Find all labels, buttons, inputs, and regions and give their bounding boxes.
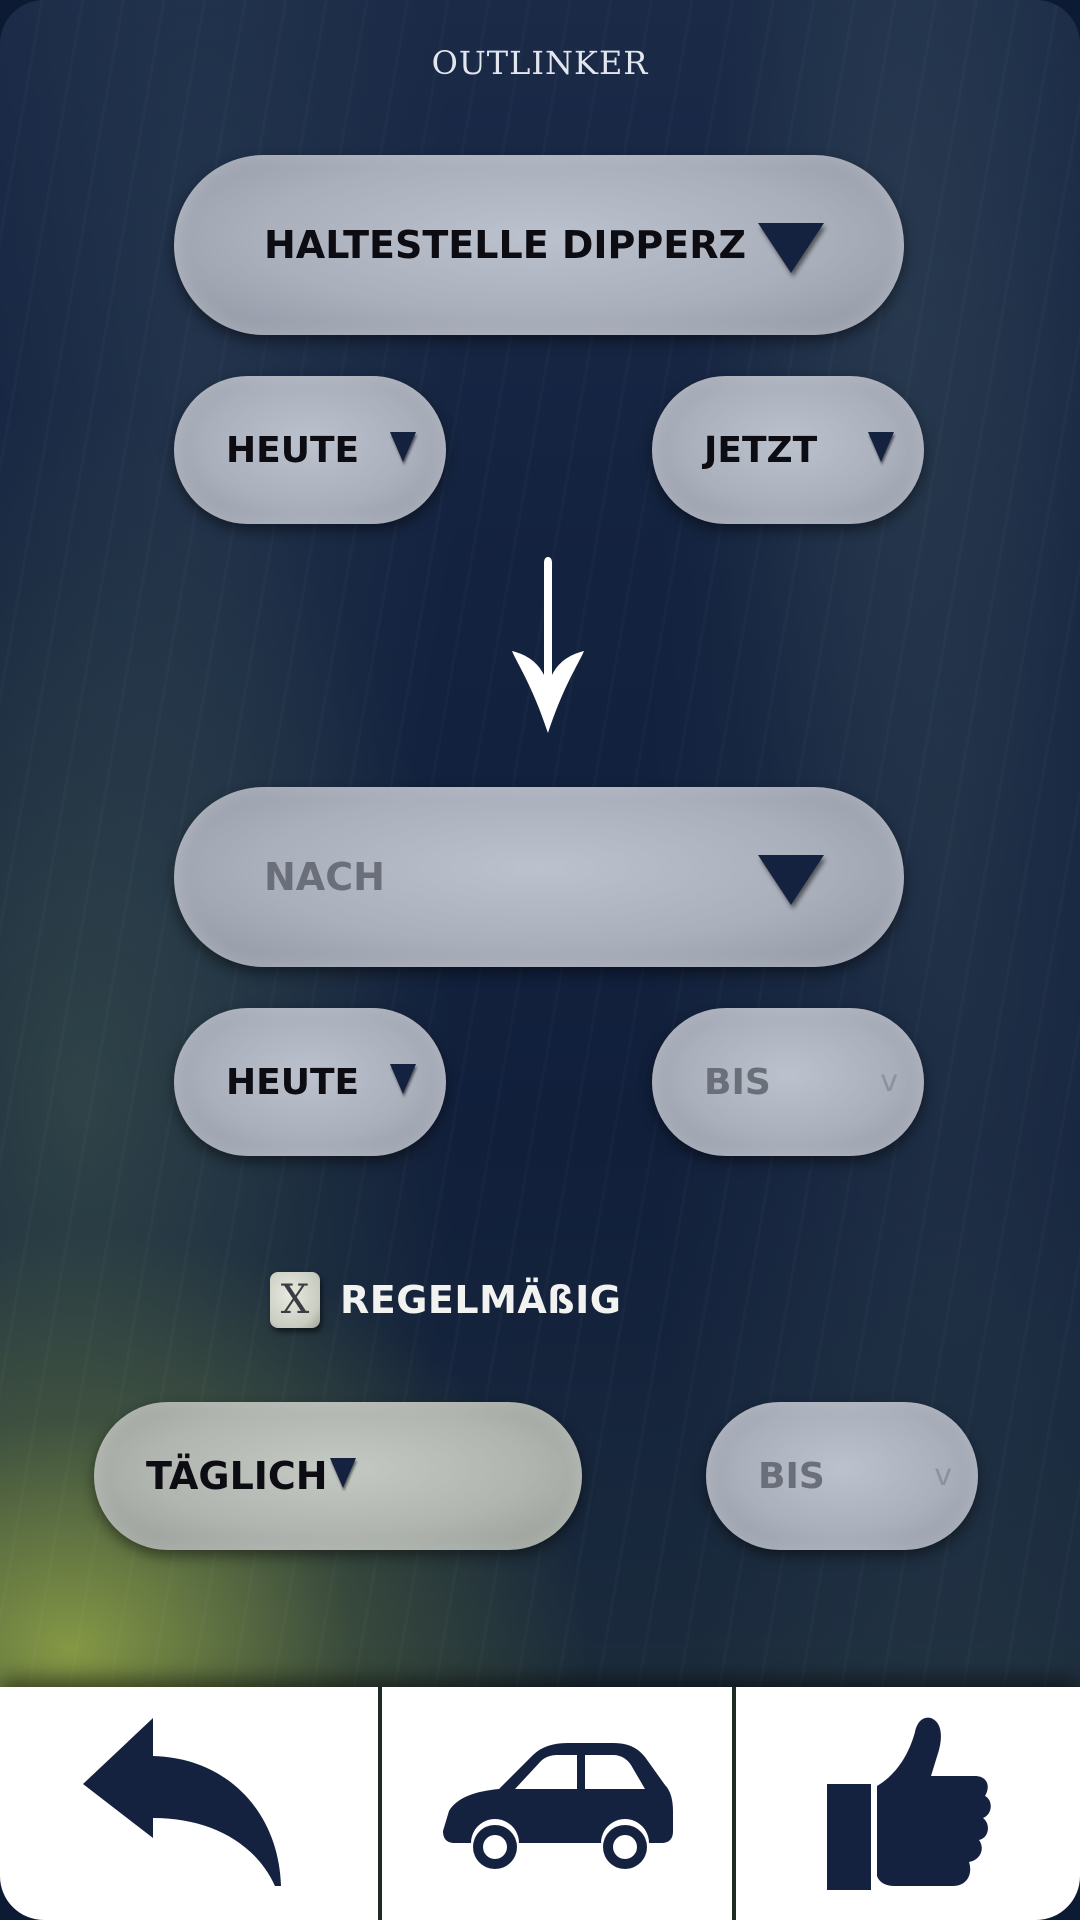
recurring-until-placeholder: BIS: [758, 1455, 825, 1497]
car-icon: [443, 1742, 673, 1869]
chevron-down-icon: v: [880, 1064, 898, 1099]
confirm-button[interactable]: [736, 1687, 1080, 1920]
dropdown-triangle-icon: [390, 432, 416, 462]
from-date-select[interactable]: HEUTE: [174, 376, 446, 524]
dropdown-triangle-icon: [329, 1458, 356, 1488]
to-station-select[interactable]: NACH: [174, 787, 904, 967]
to-station-placeholder: NACH: [264, 855, 385, 899]
dropdown-triangle-icon: [758, 855, 824, 905]
to-date-value: HEUTE: [226, 1061, 360, 1103]
to-date-select[interactable]: HEUTE: [174, 1008, 446, 1156]
from-station-select[interactable]: HALTESTELLE DIPPERZ: [174, 155, 904, 335]
from-date-value: HEUTE: [226, 429, 360, 471]
recurring-until-select[interactable]: BIS v: [706, 1402, 978, 1550]
back-button[interactable]: [0, 1687, 378, 1920]
bottom-action-bar: [0, 1687, 1080, 1920]
down-arrow-icon: [512, 557, 584, 733]
to-until-placeholder: BIS: [704, 1061, 771, 1103]
app-title: OUTLINKER: [431, 44, 649, 82]
recurring-label: REGELMÄßIG: [340, 1278, 622, 1322]
thumbs-up-icon: [827, 1717, 991, 1890]
frequency-value: TÄGLICH: [146, 1454, 328, 1498]
from-station-value: HALTESTELLE DIPPERZ: [264, 223, 747, 267]
back-arrow-icon: [83, 1717, 281, 1886]
app-screen: OUTLINKER HALTESTELLE DIPPERZ HEUTE JETZ…: [0, 0, 1080, 1920]
dropdown-triangle-icon: [868, 432, 894, 462]
dropdown-triangle-icon: [758, 223, 824, 273]
chevron-down-icon: v: [934, 1458, 952, 1493]
from-time-value: JETZT: [704, 429, 818, 471]
recurring-toggle[interactable]: X REGELMÄßIG: [270, 1272, 621, 1328]
from-time-select[interactable]: JETZT: [652, 376, 924, 524]
dropdown-triangle-icon: [390, 1064, 416, 1094]
to-until-select[interactable]: BIS v: [652, 1008, 924, 1156]
car-button[interactable]: [382, 1687, 732, 1920]
recurring-checkbox[interactable]: X: [270, 1272, 320, 1328]
frequency-select[interactable]: TÄGLICH: [94, 1402, 582, 1550]
